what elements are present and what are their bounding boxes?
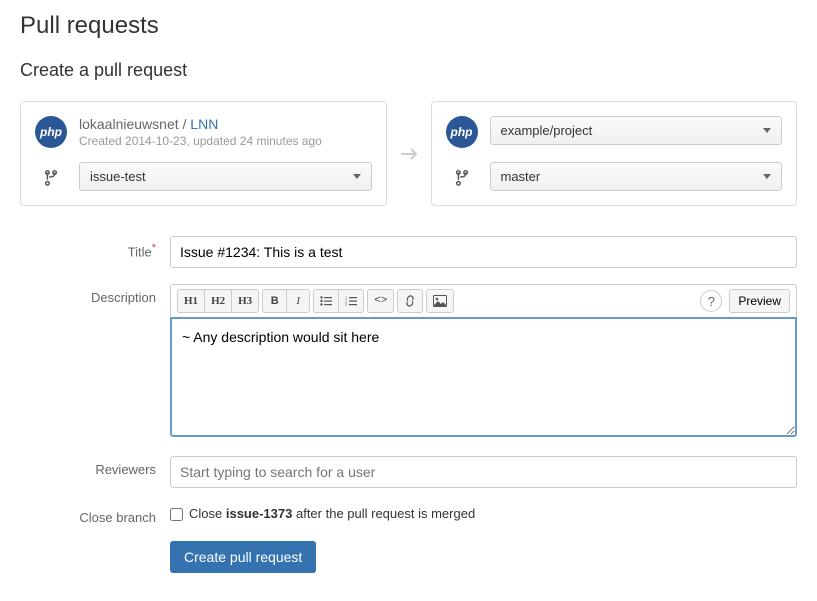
title-input[interactable] — [170, 236, 797, 268]
source-branch-select[interactable]: issue-test — [79, 162, 372, 191]
dest-repo-select[interactable]: example/project — [490, 116, 783, 145]
italic-button[interactable]: I — [286, 289, 310, 313]
dest-repo-value: example/project — [501, 123, 593, 138]
reviewers-input[interactable] — [170, 456, 797, 488]
arrow-right-icon — [399, 146, 419, 162]
help-button[interactable]: ? — [700, 290, 722, 312]
close-branch-label: Close branch — [20, 504, 170, 525]
ol-button[interactable]: 123 — [338, 289, 364, 313]
create-pull-request-button[interactable]: Create pull request — [170, 541, 316, 573]
page-heading: Pull requests — [20, 12, 797, 40]
ul-button[interactable] — [313, 289, 338, 313]
image-button[interactable] — [426, 289, 454, 313]
close-branch-checkbox-row[interactable]: Close issue-1373 after the pull request … — [170, 504, 797, 521]
title-label: Title* — [20, 236, 170, 259]
caret-down-icon — [763, 174, 771, 179]
dest-branch-value: master — [501, 169, 541, 184]
source-branch-value: issue-test — [90, 169, 146, 184]
description-label: Description — [20, 284, 170, 305]
h2-button[interactable]: H2 — [204, 289, 231, 313]
source-repo-link[interactable]: LNN — [190, 116, 218, 132]
branch-icon — [35, 168, 67, 186]
h3-button[interactable]: H3 — [231, 289, 259, 313]
h1-button[interactable]: H1 — [177, 289, 204, 313]
source-repo-box: php lokaalnieuwsnet / LNN Created 2014-1… — [20, 101, 387, 206]
caret-down-icon — [353, 174, 361, 179]
svg-text:3: 3 — [345, 302, 347, 306]
source-meta: Created 2014-10-23, updated 24 minutes a… — [79, 134, 372, 148]
description-textarea[interactable]: ~ Any description would sit here — [170, 317, 797, 437]
close-branch-checkbox[interactable] — [170, 508, 183, 521]
php-icon: php — [446, 116, 478, 148]
source-owner: lokaalnieuwsnet — [79, 116, 179, 132]
branch-icon — [446, 168, 478, 186]
bold-button[interactable]: B — [262, 289, 286, 313]
reviewers-label: Reviewers — [20, 456, 170, 477]
dest-branch-select[interactable]: master — [490, 162, 783, 191]
close-branch-text: Close issue-1373 after the pull request … — [189, 506, 475, 521]
code-button[interactable]: <> — [367, 289, 394, 313]
preview-button[interactable]: Preview — [729, 289, 790, 313]
php-icon: php — [35, 116, 67, 148]
editor-toolbar: H1 H2 H3 B I 123 <> ? Preview — [170, 284, 797, 317]
dest-repo-box: php example/project master — [431, 101, 798, 206]
link-button[interactable] — [397, 289, 423, 313]
caret-down-icon — [763, 128, 771, 133]
page-subheading: Create a pull request — [20, 60, 797, 81]
compare-row: php lokaalnieuwsnet / LNN Created 2014-1… — [20, 101, 797, 206]
source-repo-path: lokaalnieuwsnet / LNN — [79, 116, 372, 132]
